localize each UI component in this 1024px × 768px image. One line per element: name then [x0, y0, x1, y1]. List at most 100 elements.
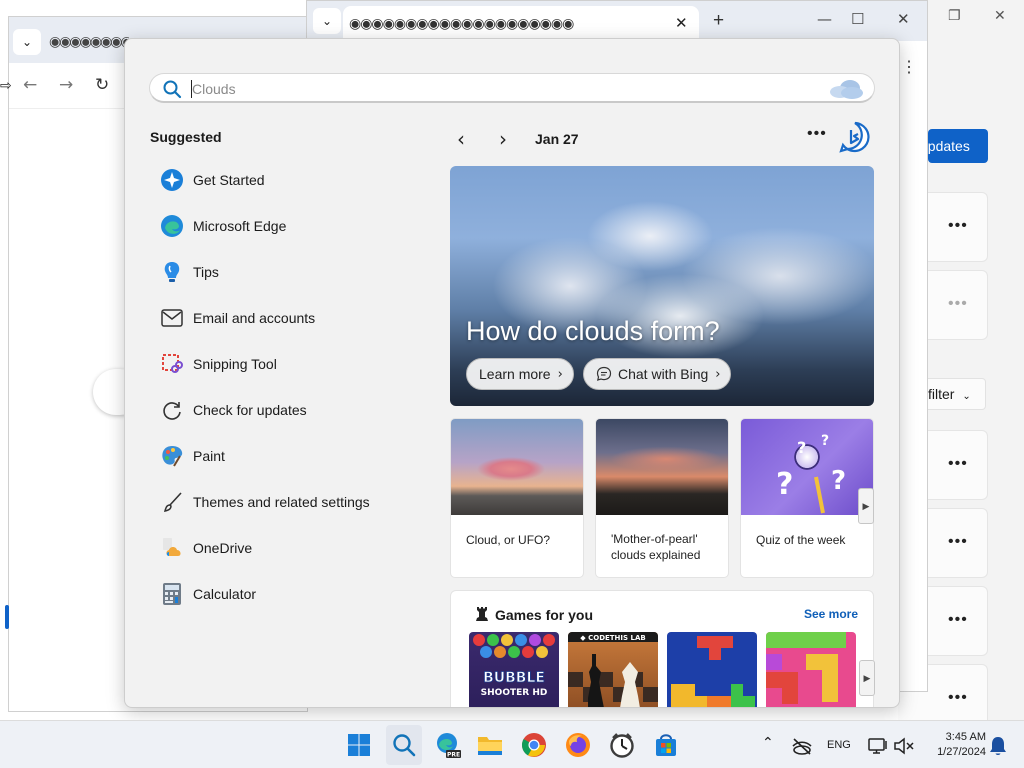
tab-strip: ⌄ ◉◉◉◉◉◉◉◉◉◉◉◉◉◉◉◉◉◉◉◉ ✕ + — ☐ ✕: [307, 1, 927, 41]
chevron-right-icon: ›: [715, 366, 721, 382]
suggested-item-paint[interactable]: Paint: [149, 433, 429, 479]
forward-icon[interactable]: →: [59, 75, 73, 95]
more-icon[interactable]: •••: [948, 455, 968, 473]
blocks-image: [671, 636, 755, 707]
carousel-next-icon[interactable]: ▶: [858, 488, 874, 524]
start-icon[interactable]: [345, 731, 373, 759]
learn-more-button[interactable]: Learn more ›: [466, 358, 574, 390]
tab-search-button[interactable]: ⌄: [313, 8, 341, 34]
suggested-item-label: Email and accounts: [193, 310, 316, 326]
file-explorer-icon[interactable]: [476, 731, 504, 759]
minimize-icon[interactable]: —: [817, 10, 832, 28]
chat-with-bing-button[interactable]: Chat with Bing ›: [583, 358, 732, 390]
edge-preview-icon[interactable]: PRE: [434, 731, 462, 759]
close-tab-icon[interactable]: ✕: [675, 14, 688, 32]
store-icon[interactable]: [652, 731, 680, 759]
search-box[interactable]: [149, 73, 875, 103]
check-for-updates-button[interactable]: updates: [928, 129, 988, 163]
new-tab-icon[interactable]: +: [713, 10, 724, 32]
reload-icon[interactable]: ↻: [95, 75, 109, 95]
get-started-icon: [159, 167, 185, 193]
more-icon[interactable]: •••: [948, 217, 968, 235]
browser-menu-icon[interactable]: ⋮: [901, 57, 917, 77]
suggested-item-onedrive[interactable]: OneDrive: [149, 525, 429, 571]
bing-icon[interactable]: [839, 121, 871, 153]
selection-indicator: [5, 605, 9, 629]
games-title: Games for you: [495, 607, 594, 623]
chat-with-bing-label: Chat with Bing: [618, 366, 709, 382]
system-clock[interactable]: 3:45 AM 1/27/2024: [922, 730, 986, 760]
suggested-item-label: Themes and related settings: [193, 494, 370, 510]
see-more-link[interactable]: See more: [804, 607, 858, 621]
ufo-cloud-image: [451, 419, 583, 515]
more-icon[interactable]: •••: [948, 533, 968, 551]
suggested-item-snipping-tool[interactable]: Snipping Tool: [149, 341, 429, 387]
more-icon[interactable]: •••: [948, 689, 968, 707]
restore-icon[interactable]: ❐: [948, 8, 961, 24]
highlight-card[interactable]: Cloud, or UFO?: [450, 418, 584, 578]
firefox-icon[interactable]: [564, 731, 592, 759]
taskbar-search-icon[interactable]: [390, 731, 418, 759]
highlights-date: Jan 27: [535, 131, 579, 147]
brush-icon: [159, 489, 185, 515]
previous-icon[interactable]: ‹: [457, 127, 465, 151]
suggested-item-get-started[interactable]: Get Started: [149, 157, 429, 203]
suggested-item-email-accounts[interactable]: Email and accounts: [149, 295, 429, 341]
paint-icon: [159, 443, 185, 469]
clock-app-icon[interactable]: [608, 731, 636, 759]
clock-time: 3:45 AM: [945, 731, 986, 743]
back-icon[interactable]: ←: [23, 75, 37, 95]
highlight-cards: Cloud, or UFO? 'Mother-of-pearl' clouds …: [450, 418, 874, 578]
windows-search-panel: Suggested Get Started Microsoft Edge Tip…: [124, 38, 900, 708]
highlight-card[interactable]: ? ? ? ? Quiz of the week: [740, 418, 874, 578]
maximize-icon[interactable]: ☐: [851, 10, 864, 28]
show-hidden-icons-icon[interactable]: ⌃: [762, 735, 774, 751]
close-window-icon[interactable]: ✕: [897, 10, 910, 28]
highlight-card[interactable]: 'Mother-of-pearl' clouds explained: [595, 418, 729, 578]
chat-icon: [596, 366, 612, 381]
cloud-icon[interactable]: [826, 77, 864, 101]
card-caption: Cloud, or UFO?: [466, 533, 551, 547]
bubble-shooter-tile[interactable]: BUBBLE SHOOTER HD: [469, 632, 559, 707]
chevron-right-icon: ›: [557, 366, 563, 382]
chrome-icon[interactable]: [520, 731, 548, 759]
suggested-item-themes[interactable]: Themes and related settings: [149, 479, 429, 525]
suggested-item-label: Microsoft Edge: [193, 218, 287, 234]
suggested-item-edge[interactable]: Microsoft Edge: [149, 203, 429, 249]
language-indicator[interactable]: ENG: [827, 739, 851, 751]
more-icon[interactable]: •••: [948, 295, 968, 313]
block-puzzle-image: [766, 632, 846, 704]
hero-card[interactable]: How do clouds form? Learn more › Chat wi…: [450, 166, 874, 406]
network-offline-icon[interactable]: [788, 732, 816, 760]
suggested-item-tips[interactable]: Tips: [149, 249, 429, 295]
blocks-tile[interactable]: [667, 632, 757, 707]
close-icon[interactable]: ✕: [994, 8, 1006, 24]
volume-muted-icon[interactable]: [890, 732, 918, 760]
svg-text:?: ?: [776, 467, 793, 502]
next-icon[interactable]: ›: [499, 127, 507, 151]
suggested-item-label: Tips: [193, 264, 219, 280]
suggested-item-check-updates[interactable]: Check for updates: [149, 387, 429, 433]
suggested-item-label: Paint: [193, 448, 225, 464]
chess-tile[interactable]: ◆ CODETHIS LAB: [568, 632, 658, 707]
pre-badge: PRE: [447, 752, 460, 759]
more-icon[interactable]: •••: [948, 611, 968, 629]
tab-search-button[interactable]: ⌄: [13, 29, 41, 55]
games-next-icon[interactable]: ▶: [859, 660, 875, 696]
notification-bell-icon[interactable]: [984, 732, 1012, 760]
more-options-icon[interactable]: •••: [807, 125, 827, 143]
chess-rook-icon: [476, 607, 488, 621]
bubble-shooter-subtitle: SHOOTER HD: [481, 688, 548, 698]
hero-title: How do clouds form?: [466, 316, 720, 346]
block-puzzle-tile[interactable]: [766, 632, 856, 707]
search-input[interactable]: [192, 78, 792, 100]
suggested-item-calculator[interactable]: Calculator: [149, 571, 429, 617]
active-tab[interactable]: ◉◉◉◉◉◉◉◉◉◉◉◉◉◉◉◉◉◉◉◉ ✕: [343, 6, 699, 41]
bubble-shooter-title: BUBBLE: [483, 670, 545, 686]
suggested-item-label: Snipping Tool: [193, 356, 277, 372]
display-icon[interactable]: [864, 732, 892, 760]
games-section: Games for you See more BUBBLE SHOOTER HD…: [450, 590, 875, 707]
chess-image: ◆ CODETHIS LAB: [568, 632, 658, 707]
suggested-item-label: OneDrive: [193, 540, 253, 556]
tab-title[interactable]: ◉◉◉◉◉◉◉◉: [49, 33, 129, 50]
